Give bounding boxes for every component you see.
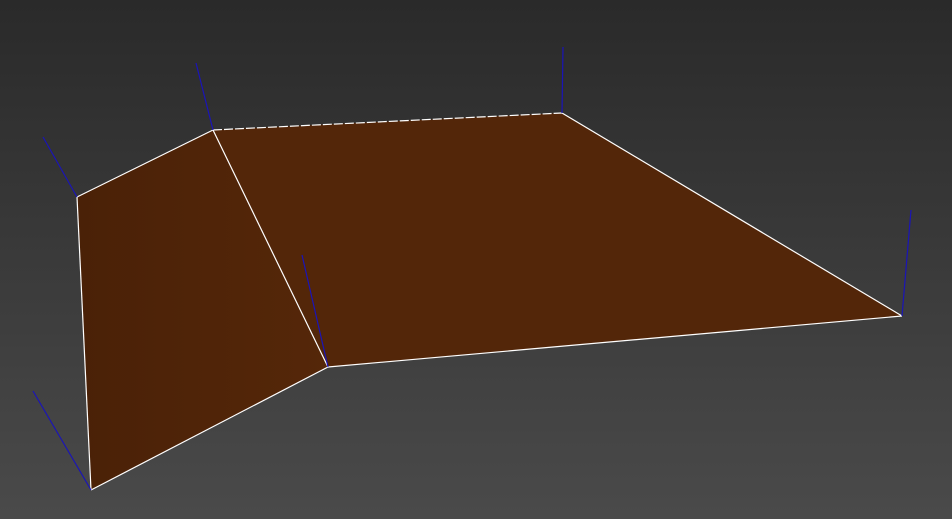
perspective-viewport[interactable]: [0, 0, 952, 519]
viewport-canvas[interactable]: [0, 0, 952, 519]
